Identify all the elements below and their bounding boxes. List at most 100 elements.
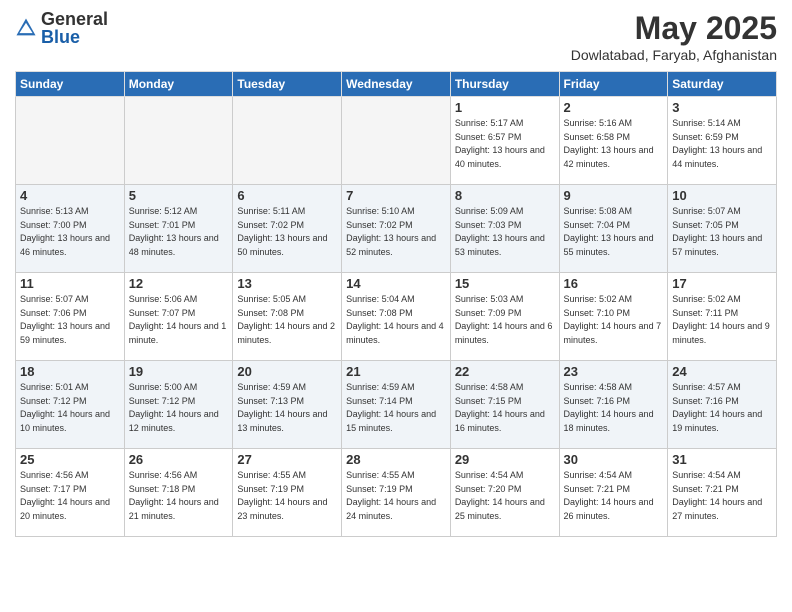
- day-info: Sunrise: 5:12 AMSunset: 7:01 PMDaylight:…: [129, 205, 229, 259]
- logo-general: General: [41, 10, 108, 28]
- day-info: Sunrise: 4:54 AMSunset: 7:21 PMDaylight:…: [564, 469, 664, 523]
- day-info: Sunrise: 4:55 AMSunset: 7:19 PMDaylight:…: [237, 469, 337, 523]
- calendar: Sunday Monday Tuesday Wednesday Thursday…: [15, 71, 777, 537]
- calendar-cell: [233, 97, 342, 185]
- day-info: Sunrise: 5:11 AMSunset: 7:02 PMDaylight:…: [237, 205, 337, 259]
- day-info: Sunrise: 5:08 AMSunset: 7:04 PMDaylight:…: [564, 205, 664, 259]
- day-info: Sunrise: 4:56 AMSunset: 7:17 PMDaylight:…: [20, 469, 120, 523]
- calendar-cell: 2 Sunrise: 5:16 AMSunset: 6:58 PMDaylight…: [559, 97, 668, 185]
- page: General Blue May 2025 Dowlatabad, Faryab…: [0, 0, 792, 612]
- day-info: Sunrise: 5:09 AMSunset: 7:03 PMDaylight:…: [455, 205, 555, 259]
- day-info: Sunrise: 5:04 AMSunset: 7:08 PMDaylight:…: [346, 293, 446, 347]
- calendar-cell: 7Sunrise: 5:10 AMSunset: 7:02 PMDaylight…: [342, 185, 451, 273]
- calendar-cell: 24Sunrise: 4:57 AMSunset: 7:16 PMDayligh…: [668, 361, 777, 449]
- header-thursday: Thursday: [450, 72, 559, 97]
- calendar-cell: 31 Sunrise: 4:54 AMSunset: 7:21 PMDayligh…: [668, 449, 777, 537]
- day-number: 16: [564, 276, 664, 291]
- calendar-cell: 19 Sunrise: 5:00 AMSunset: 7:12 PMDayligh…: [124, 361, 233, 449]
- day-number: 26: [129, 452, 229, 467]
- calendar-cell: 20 Sunrise: 4:59 AMSunset: 7:13 PMDayligh…: [233, 361, 342, 449]
- calendar-cell: 25 Sunrise: 4:56 AMSunset: 7:17 PMDayligh…: [16, 449, 125, 537]
- day-number: 18: [20, 364, 120, 379]
- calendar-cell: 26 Sunrise: 4:56 AMSunset: 7:18 PMDayligh…: [124, 449, 233, 537]
- day-number: 12: [129, 276, 229, 291]
- calendar-cell: 28Sunrise: 4:55 AMSunset: 7:19 PMDayligh…: [342, 449, 451, 537]
- day-number: 17: [672, 276, 772, 291]
- calendar-cell: 11 Sunrise: 5:07 AMSunset: 7:06 PMDayligh…: [16, 273, 125, 361]
- day-number: 24: [672, 364, 772, 379]
- day-info: Sunrise: 5:01 AMSunset: 7:12 PMDaylight:…: [20, 381, 120, 435]
- calendar-cell: 23 Sunrise: 4:58 AMSunset: 7:16 PMDayligh…: [559, 361, 668, 449]
- calendar-cell: [124, 97, 233, 185]
- day-number: 19: [129, 364, 229, 379]
- day-number: 27: [237, 452, 337, 467]
- day-info: Sunrise: 4:56 AMSunset: 7:18 PMDaylight:…: [129, 469, 229, 523]
- day-number: 10: [672, 188, 772, 203]
- logo: General Blue: [15, 10, 108, 46]
- day-info: Sunrise: 5:17 AMSunset: 6:57 PMDaylight:…: [455, 117, 555, 171]
- day-number: 30: [564, 452, 664, 467]
- calendar-cell: 29 Sunrise: 4:54 AMSunset: 7:20 PMDayligh…: [450, 449, 559, 537]
- day-number: 20: [237, 364, 337, 379]
- calendar-cell: 27 Sunrise: 4:55 AMSunset: 7:19 PMDayligh…: [233, 449, 342, 537]
- header-friday: Friday: [559, 72, 668, 97]
- header-sunday: Sunday: [16, 72, 125, 97]
- logo-wrapper: General Blue: [41, 10, 108, 46]
- day-info: Sunrise: 4:58 AMSunset: 7:15 PMDaylight:…: [455, 381, 555, 435]
- day-number: 3: [672, 100, 772, 115]
- week-row-2: 4Sunrise: 5:13 AMSunset: 7:00 PMDaylight…: [16, 185, 777, 273]
- week-row-3: 11 Sunrise: 5:07 AMSunset: 7:06 PMDayligh…: [16, 273, 777, 361]
- day-number: 7: [346, 188, 446, 203]
- location: Dowlatabad, Faryab, Afghanistan: [571, 47, 777, 63]
- day-info: Sunrise: 4:58 AMSunset: 7:16 PMDaylight:…: [564, 381, 664, 435]
- day-info: Sunrise: 5:14 AMSunset: 6:59 PMDaylight:…: [672, 117, 772, 171]
- day-info: Sunrise: 5:02 AMSunset: 7:11 PMDaylight:…: [672, 293, 772, 347]
- calendar-cell: 5Sunrise: 5:12 AMSunset: 7:01 PMDaylight…: [124, 185, 233, 273]
- week-row-5: 25 Sunrise: 4:56 AMSunset: 7:17 PMDayligh…: [16, 449, 777, 537]
- calendar-cell: 22Sunrise: 4:58 AMSunset: 7:15 PMDayligh…: [450, 361, 559, 449]
- day-number: 8: [455, 188, 555, 203]
- calendar-cell: [16, 97, 125, 185]
- calendar-cell: 12Sunrise: 5:06 AMSunset: 7:07 PMDayligh…: [124, 273, 233, 361]
- day-number: 23: [564, 364, 664, 379]
- calendar-cell: 15Sunrise: 5:03 AMSunset: 7:09 PMDayligh…: [450, 273, 559, 361]
- day-info: Sunrise: 5:02 AMSunset: 7:10 PMDaylight:…: [564, 293, 664, 347]
- day-info: Sunrise: 4:59 AMSunset: 7:13 PMDaylight:…: [237, 381, 337, 435]
- day-number: 6: [237, 188, 337, 203]
- day-info: Sunrise: 5:07 AMSunset: 7:05 PMDaylight:…: [672, 205, 772, 259]
- day-number: 9: [564, 188, 664, 203]
- day-number: 14: [346, 276, 446, 291]
- day-number: 13: [237, 276, 337, 291]
- calendar-cell: 9 Sunrise: 5:08 AMSunset: 7:04 PMDaylight…: [559, 185, 668, 273]
- calendar-cell: 3 Sunrise: 5:14 AMSunset: 6:59 PMDaylight…: [668, 97, 777, 185]
- week-row-4: 18 Sunrise: 5:01 AMSunset: 7:12 PMDayligh…: [16, 361, 777, 449]
- weekday-header-row: Sunday Monday Tuesday Wednesday Thursday…: [16, 72, 777, 97]
- day-number: 31: [672, 452, 772, 467]
- header-tuesday: Tuesday: [233, 72, 342, 97]
- week-row-1: 1 Sunrise: 5:17 AMSunset: 6:57 PMDaylight…: [16, 97, 777, 185]
- calendar-cell: [342, 97, 451, 185]
- calendar-cell: 13 Sunrise: 5:05 AMSunset: 7:08 PMDayligh…: [233, 273, 342, 361]
- day-info: Sunrise: 4:59 AMSunset: 7:14 PMDaylight:…: [346, 381, 446, 435]
- calendar-cell: 10 Sunrise: 5:07 AMSunset: 7:05 PMDayligh…: [668, 185, 777, 273]
- day-info: Sunrise: 5:16 AMSunset: 6:58 PMDaylight:…: [564, 117, 664, 171]
- day-number: 25: [20, 452, 120, 467]
- day-info: Sunrise: 5:00 AMSunset: 7:12 PMDaylight:…: [129, 381, 229, 435]
- logo-icon: [15, 17, 37, 39]
- day-number: 11: [20, 276, 120, 291]
- day-number: 21: [346, 364, 446, 379]
- day-info: Sunrise: 4:54 AMSunset: 7:20 PMDaylight:…: [455, 469, 555, 523]
- calendar-cell: 16 Sunrise: 5:02 AMSunset: 7:10 PMDayligh…: [559, 273, 668, 361]
- day-info: Sunrise: 5:07 AMSunset: 7:06 PMDaylight:…: [20, 293, 120, 347]
- day-number: 4: [20, 188, 120, 203]
- day-number: 1: [455, 100, 555, 115]
- day-info: Sunrise: 4:54 AMSunset: 7:21 PMDaylight:…: [672, 469, 772, 523]
- calendar-cell: 18 Sunrise: 5:01 AMSunset: 7:12 PMDayligh…: [16, 361, 125, 449]
- title-section: May 2025 Dowlatabad, Faryab, Afghanistan: [571, 10, 777, 63]
- day-number: 29: [455, 452, 555, 467]
- calendar-cell: 17 Sunrise: 5:02 AMSunset: 7:11 PMDayligh…: [668, 273, 777, 361]
- day-info: Sunrise: 5:05 AMSunset: 7:08 PMDaylight:…: [237, 293, 337, 347]
- logo-blue: Blue: [41, 28, 108, 46]
- header-wednesday: Wednesday: [342, 72, 451, 97]
- day-number: 2: [564, 100, 664, 115]
